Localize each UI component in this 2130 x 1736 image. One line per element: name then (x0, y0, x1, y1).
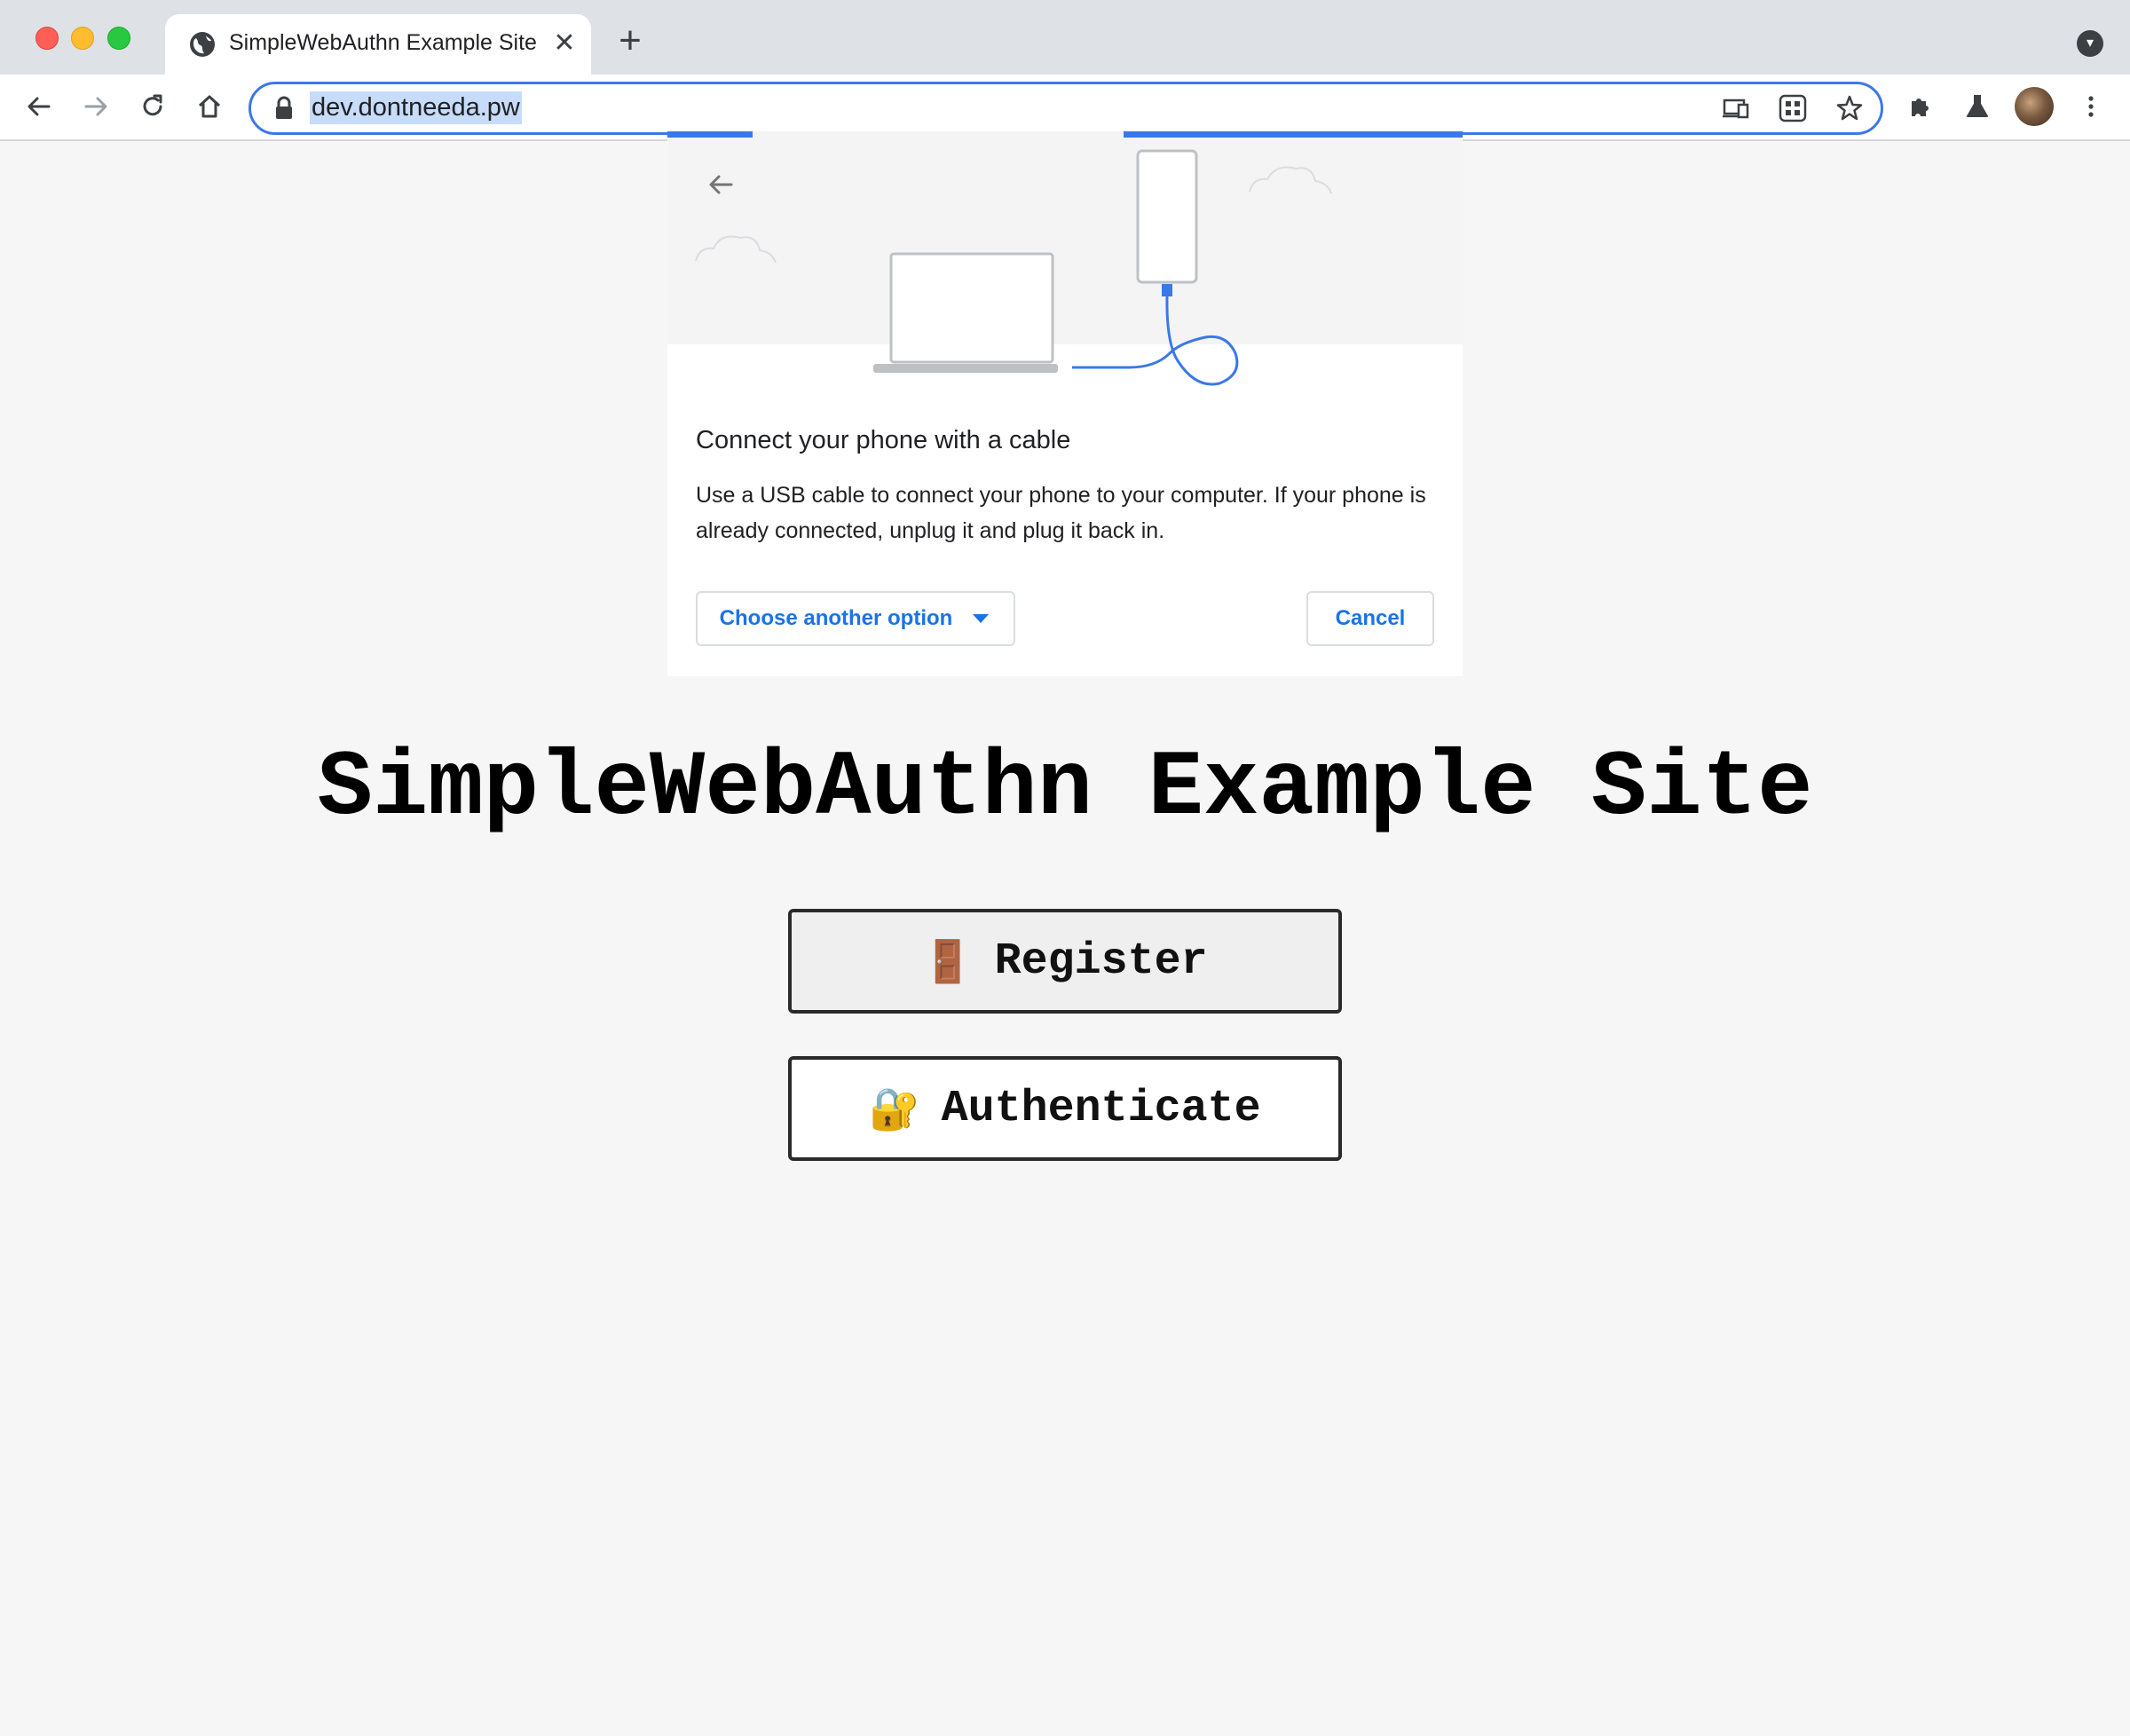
puzzle-icon (1912, 99, 1929, 116)
reload-icon (143, 94, 162, 116)
flask-icon (1967, 95, 1988, 117)
dialog-body: Use a USB cable to connect your phone to… (696, 483, 1426, 543)
globe-icon (190, 32, 215, 57)
tab-title: SimpleWebAuthn Example Site (229, 30, 537, 55)
close-window-button[interactable] (36, 27, 59, 50)
choose-another-option-button[interactable]: Choose another option (696, 591, 1015, 646)
maximize-window-button[interactable] (107, 27, 130, 50)
tab-strip: SimpleWebAuthn Example Site ✕ + ▾ (0, 0, 2130, 75)
choose-option-label: Choose another option (719, 606, 953, 630)
minimize-window-button[interactable] (71, 27, 94, 50)
home-button[interactable] (190, 87, 229, 126)
extensions-button[interactable] (1901, 87, 1940, 126)
url-text[interactable]: dev.dontneeda.pw (310, 91, 522, 124)
arrow-right-icon (84, 97, 107, 116)
register-button[interactable]: 🚪 Register (788, 909, 1342, 1014)
page-title: SimpleWebAuthn Example Site (317, 737, 1813, 841)
new-tab-button[interactable]: + (611, 21, 650, 62)
menu-button[interactable] (2071, 87, 2110, 126)
cancel-label: Cancel (1335, 606, 1406, 630)
more-vertical-icon (2088, 96, 2094, 117)
webauthn-dialog: Connect your phone with a cable Use a US… (667, 131, 1463, 676)
back-button[interactable] (20, 87, 59, 126)
tab-search-button[interactable]: ▾ (2077, 30, 2103, 57)
authenticate-label: Authenticate (941, 1083, 1261, 1134)
register-label: Register (994, 935, 1208, 987)
tab-active[interactable]: SimpleWebAuthn Example Site ✕ (165, 14, 591, 75)
lock-key-icon: 🔐 (869, 1084, 920, 1132)
lock-icon (276, 96, 292, 119)
labs-button[interactable] (1958, 87, 1997, 126)
back-button[interactable] (703, 167, 738, 202)
browser-chrome: SimpleWebAuthn Example Site ✕ + ▾ dev.do… (0, 0, 2130, 141)
qr-code-icon[interactable] (1778, 93, 1808, 123)
forward-button[interactable] (76, 87, 115, 126)
arrow-left-icon (709, 175, 733, 194)
dialog-title: Connect your phone with a cable (696, 426, 1071, 454)
profile-avatar[interactable] (2015, 87, 2054, 126)
caret-down-icon (973, 614, 990, 623)
home-icon (198, 95, 221, 118)
cancel-button[interactable]: Cancel (1306, 591, 1434, 646)
chevron-down-icon: ▾ (2086, 36, 2094, 51)
authenticate-button[interactable]: 🔐 Authenticate (788, 1056, 1342, 1161)
cast-device-icon[interactable] (1721, 93, 1751, 123)
reload-button[interactable] (133, 87, 172, 126)
bookmark-star-icon[interactable] (1834, 93, 1865, 123)
phone-cable-illustration (695, 149, 1332, 386)
address-bar[interactable]: dev.dontneeda.pw (248, 82, 1883, 135)
arrow-left-icon (28, 97, 51, 116)
door-icon: 🚪 (922, 936, 974, 985)
tab-close-button[interactable]: ✕ (548, 28, 580, 59)
